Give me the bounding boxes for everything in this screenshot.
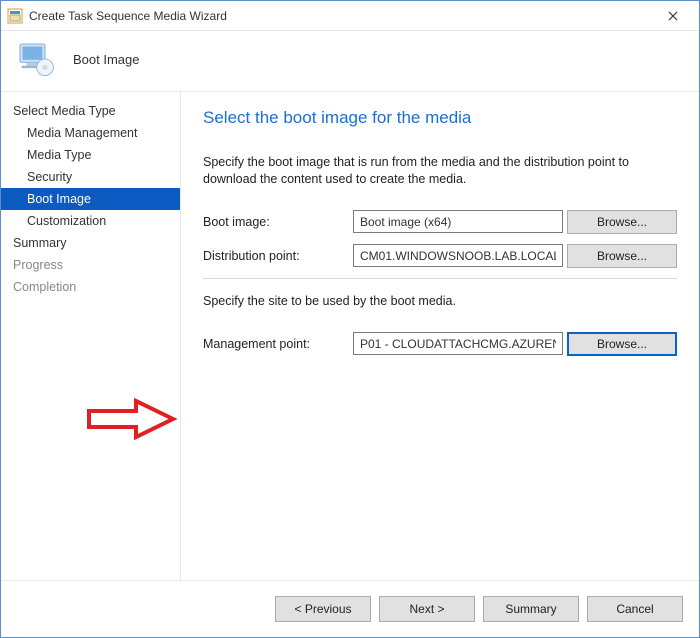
sidebar-item-label: Security (27, 170, 72, 184)
sidebar-item-completion: Completion (1, 276, 180, 298)
cancel-button[interactable]: Cancel (587, 596, 683, 622)
sidebar-item-media-management[interactable]: Media Management (1, 122, 180, 144)
sidebar-item-progress: Progress (1, 254, 180, 276)
boot-image-field[interactable] (353, 210, 563, 233)
section2-text: Specify the site to be used by the boot … (203, 293, 677, 310)
boot-image-browse-button[interactable]: Browse... (567, 210, 677, 234)
app-icon (7, 8, 23, 24)
sidebar-item-select-media-type[interactable]: Select Media Type (1, 100, 180, 122)
summary-button[interactable]: Summary (483, 596, 579, 622)
distribution-point-field[interactable] (353, 244, 563, 267)
sidebar-item-label: Customization (27, 214, 106, 228)
management-point-row: Management point: Browse... (203, 332, 677, 356)
sidebar: Select Media Type Media Management Media… (1, 92, 181, 580)
titlebar: Create Task Sequence Media Wizard (1, 1, 699, 31)
management-point-browse-button[interactable]: Browse... (567, 332, 677, 356)
computer-disc-icon (15, 39, 55, 79)
boot-image-label: Boot image: (203, 215, 353, 229)
wizard-window: Create Task Sequence Media Wizard Boot I… (0, 0, 700, 638)
footer: < Previous Next > Summary Cancel (1, 581, 699, 637)
divider (203, 278, 677, 279)
content-heading: Select the boot image for the media (203, 108, 677, 128)
sidebar-item-label: Boot Image (27, 192, 91, 206)
content-pane: Select the boot image for the media Spec… (181, 92, 699, 580)
sidebar-item-boot-image[interactable]: Boot Image (1, 188, 180, 210)
header: Boot Image (1, 31, 699, 91)
sidebar-item-label: Media Management (27, 126, 137, 140)
sidebar-item-media-type[interactable]: Media Type (1, 144, 180, 166)
wizard-body: Select Media Type Media Management Media… (1, 91, 699, 581)
content-description: Specify the boot image that is run from … (203, 154, 677, 188)
sidebar-item-customization[interactable]: Customization (1, 210, 180, 232)
management-point-field[interactable] (353, 332, 563, 355)
page-title: Boot Image (73, 52, 140, 67)
boot-image-row: Boot image: Browse... (203, 210, 677, 234)
sidebar-item-summary[interactable]: Summary (1, 232, 180, 254)
sidebar-item-label: Progress (13, 258, 63, 272)
distribution-point-label: Distribution point: (203, 249, 353, 263)
management-point-label: Management point: (203, 337, 353, 351)
next-button[interactable]: Next > (379, 596, 475, 622)
distribution-point-row: Distribution point: Browse... (203, 244, 677, 268)
sidebar-item-label: Summary (13, 236, 66, 250)
sidebar-item-security[interactable]: Security (1, 166, 180, 188)
window-title: Create Task Sequence Media Wizard (29, 9, 227, 23)
sidebar-item-label: Completion (13, 280, 76, 294)
sidebar-item-label: Select Media Type (13, 104, 116, 118)
distribution-point-browse-button[interactable]: Browse... (567, 244, 677, 268)
sidebar-item-label: Media Type (27, 148, 91, 162)
close-button[interactable] (653, 2, 693, 30)
previous-button[interactable]: < Previous (275, 596, 371, 622)
